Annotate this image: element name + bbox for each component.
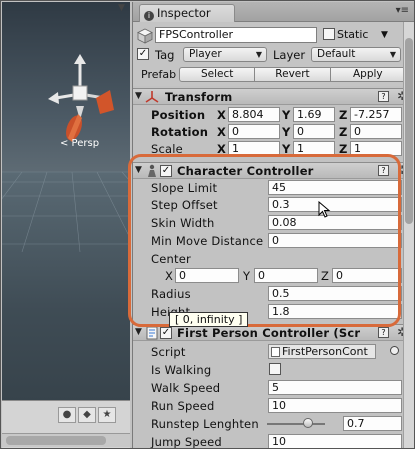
script-row: Script FirstPersonCont xyxy=(133,343,414,360)
perspective-label: < Persp xyxy=(60,138,100,149)
panel-menu-icon[interactable]: ▾≡ xyxy=(396,5,409,16)
static-dropdown-arrow-icon[interactable]: ▼ xyxy=(381,30,388,40)
search-by-type-icon[interactable]: ● xyxy=(58,407,76,423)
axis-y-label: Y xyxy=(282,108,291,122)
scene-gizmo[interactable] xyxy=(40,54,120,146)
jump-speed-label: Jump Speed xyxy=(151,435,222,448)
is-walking-row: Is Walking xyxy=(133,361,414,378)
mouse-cursor-icon xyxy=(318,201,331,218)
static-label: Static xyxy=(337,28,369,41)
axis-x-label: X xyxy=(217,108,226,122)
label-tag-icon[interactable]: ◆ xyxy=(78,407,96,423)
tag-dropdown[interactable]: Player ▼ xyxy=(183,47,267,62)
runstep-lenghten-row: Runstep Lenghten 0.7 xyxy=(133,415,414,432)
position-row: Position X 8.804 Y 1.69 Z -7.257 xyxy=(133,106,414,123)
gameobject-cube-icon xyxy=(137,28,153,44)
project-panel-strip: ● ◆ ★ xyxy=(2,400,130,448)
gameobject-name-field[interactable]: FPSController xyxy=(155,27,317,43)
rotation-z-field[interactable]: 0 xyxy=(350,124,402,139)
layer-label: Layer xyxy=(273,48,306,62)
help-book-icon[interactable]: ? xyxy=(378,327,389,338)
scroll-down-arrow-icon[interactable]: ▼ xyxy=(118,3,125,13)
runstep-slider-track[interactable] xyxy=(267,423,325,425)
prefab-apply-button[interactable]: Apply xyxy=(329,67,406,82)
tab-inspector-label: Inspector xyxy=(157,6,211,20)
value-range-tooltip: [ 0, infinity ] xyxy=(169,312,249,327)
position-z-field[interactable]: -7.257 xyxy=(350,107,402,122)
transform-axes-icon xyxy=(145,91,159,103)
run-speed-label: Run Speed xyxy=(151,399,215,413)
runstep-lenghten-field[interactable]: 0.7 xyxy=(343,416,402,431)
character-controller-highlight xyxy=(128,154,401,327)
static-checkbox[interactable] xyxy=(323,28,335,40)
gameobject-header: ✓ FPSController Static ▼ Tag Player ▼ Lay… xyxy=(133,22,414,86)
inspector-scrollbar-thumb[interactable] xyxy=(405,38,413,224)
runstep-lenghten-label: Runstep Lenghten xyxy=(151,417,259,431)
inspector-tab-bar: i Inspector ▾≡ xyxy=(133,2,414,22)
scene-grid xyxy=(2,171,130,252)
position-label: Position xyxy=(151,108,206,122)
walk-speed-field[interactable]: 5 xyxy=(268,380,402,395)
foldout-arrow-icon[interactable]: ▼ xyxy=(135,91,142,101)
is-walking-label: Is Walking xyxy=(151,363,212,377)
tag-value: Player xyxy=(189,48,222,60)
walk-speed-row: Walk Speed 5 xyxy=(133,379,414,396)
gameobject-active-checkbox[interactable]: ✓ xyxy=(137,48,149,60)
rotation-label: Rotation xyxy=(151,125,209,139)
help-book-icon[interactable]: ? xyxy=(378,91,389,102)
script-file-icon xyxy=(146,326,158,340)
rotation-row: Rotation X 0 Y 0 Z 0 xyxy=(133,123,414,140)
script-asset-icon xyxy=(271,347,280,357)
layer-dropdown[interactable]: Default ▼ xyxy=(311,47,401,62)
run-speed-row: Run Speed 10 xyxy=(133,397,414,414)
transform-title: Transform xyxy=(165,90,233,104)
project-toolbar: ● ◆ ★ xyxy=(58,407,116,423)
is-walking-checkbox[interactable] xyxy=(269,363,281,375)
layer-value: Default xyxy=(317,48,356,60)
run-speed-field[interactable]: 10 xyxy=(268,398,402,413)
favorite-star-icon[interactable]: ★ xyxy=(98,407,116,423)
tab-inspector[interactable]: i Inspector xyxy=(139,4,235,22)
static-toggle[interactable]: Static xyxy=(323,28,368,41)
scene-view[interactable]: < Persp ● ◆ ★ ▼ xyxy=(2,2,130,448)
transform-header[interactable]: ▼ Transform ? ✲ xyxy=(133,88,414,105)
tag-label: Tag xyxy=(155,48,175,62)
unity-editor-window: < Persp ● ◆ ★ ▼ i Inspector ▾≡ ✓ FPSCont… xyxy=(0,0,415,449)
chevron-down-icon: ▼ xyxy=(255,50,262,59)
walk-speed-label: Walk Speed xyxy=(151,381,221,395)
position-y-field[interactable]: 1.69 xyxy=(293,107,335,122)
first-person-controller-enabled-checkbox[interactable]: ✓ xyxy=(160,327,172,339)
rotation-y-field[interactable]: 0 xyxy=(293,124,335,139)
axis-z-label: Z xyxy=(339,125,348,139)
chevron-down-icon: ▼ xyxy=(389,50,396,59)
rotation-x-field[interactable]: 0 xyxy=(228,124,280,139)
jump-speed-row: Jump Speed 10 xyxy=(133,433,414,448)
horizontal-scrollbar[interactable] xyxy=(2,433,130,447)
axis-x-label: X xyxy=(217,125,226,139)
scrollbar-thumb[interactable] xyxy=(6,436,106,445)
foldout-arrow-icon[interactable]: ▼ xyxy=(135,327,142,337)
inspector-scrollbar[interactable] xyxy=(403,22,414,448)
first-person-controller-title: First Person Controller (Scr xyxy=(177,326,361,340)
object-picker-icon[interactable] xyxy=(390,346,399,355)
script-label: Script xyxy=(151,345,186,359)
prefab-button-group: Select Revert Apply xyxy=(179,67,406,82)
jump-speed-field[interactable]: 10 xyxy=(268,434,402,448)
script-value: FirstPersonCont xyxy=(282,345,368,358)
axis-z-label: Z xyxy=(339,108,348,122)
axis-y-label: Y xyxy=(282,125,291,139)
prefab-label: Prefab xyxy=(141,68,177,81)
info-icon: i xyxy=(144,11,154,21)
prefab-revert-button[interactable]: Revert xyxy=(254,67,331,82)
script-object-field[interactable]: FirstPersonCont xyxy=(268,344,376,359)
position-x-field[interactable]: 8.804 xyxy=(228,107,280,122)
prefab-select-button[interactable]: Select xyxy=(179,67,256,82)
runstep-slider-thumb[interactable] xyxy=(302,418,313,428)
